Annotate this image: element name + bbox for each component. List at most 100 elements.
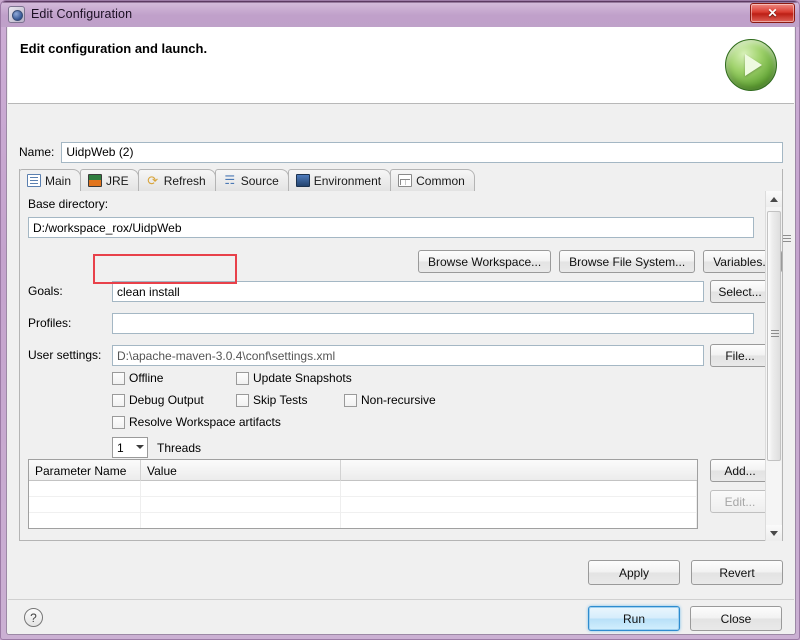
name-row: Name: UidpWeb (2) [19,141,783,163]
run-button[interactable]: Run [588,606,680,631]
name-input[interactable]: UidpWeb (2) [61,141,783,163]
non-recursive-checkbox-label: Non-recursive [361,393,436,407]
debug-output-checkbox[interactable]: Debug Output [112,393,222,407]
tab-environment[interactable]: Environment [287,169,392,191]
sash-grip-icon [783,235,791,244]
main-tab-icon [27,174,41,187]
vertical-scrollbar[interactable] [765,191,782,541]
non-recursive-checkbox[interactable]: Non-recursive [344,393,436,407]
threads-row: 1 Threads [112,437,201,458]
source-tab-icon: ☴ [224,173,236,187]
dialog-footer: ? Run Close [8,600,794,634]
tab-source[interactable]: ☴ Source [214,169,289,191]
common-tab-icon [398,174,413,187]
dialog-header: Edit configuration and launch. [8,27,794,104]
update-snapshots-checkbox-label: Update Snapshots [253,371,352,385]
goals-label-row: Goals: [28,284,63,298]
close-button[interactable]: Close [690,606,782,631]
table-cell [29,497,141,513]
tab-common[interactable]: Common [390,169,475,191]
tab-jre-label: JRE [106,173,129,188]
table-cell [341,513,697,528]
scrollbar-grip-icon [771,330,779,337]
scroll-down-icon[interactable] [766,525,782,541]
tab-strip: Main JRE ⟳ Refresh ☴ Source Environment [19,169,783,191]
tab-refresh-label: Refresh [163,173,206,188]
profiles-label-row: Profiles: [28,316,71,330]
parameter-table[interactable]: Parameter Name Value [28,459,698,529]
footer-buttons: Run Close [588,606,782,631]
goals-select-button[interactable]: Select... [710,280,770,303]
name-label: Name: [19,145,55,159]
base-directory-label: Base directory: [28,197,109,211]
checkbox-box [236,393,249,407]
dialog-content: Name: UidpWeb (2) Main JRE ⟳ Refresh ☴ S… [8,105,794,555]
table-row[interactable] [29,481,697,497]
checkbox-box [236,371,249,385]
tab-common-label: Common [416,173,465,188]
profiles-input[interactable] [112,313,754,334]
table-cell [29,513,141,528]
browse-buttons-row: Browse Workspace... Browse File System..… [418,250,782,273]
apply-revert-row: Apply Revert [588,560,783,585]
table-cell [141,513,341,528]
tab-main-label: Main [45,173,72,188]
tab-jre[interactable]: JRE [80,169,139,191]
window-titlebar: Edit Configuration ✕ [1,1,799,27]
table-cell [141,497,341,513]
skip-tests-checkbox-label: Skip Tests [253,393,308,407]
apply-button[interactable]: Apply [588,560,680,585]
goals-input[interactable]: clean install [112,281,704,302]
threads-label: Threads [157,440,202,455]
debug-output-checkbox-label: Debug Output [129,393,204,407]
edit-configuration-window: Edit Configuration ✕ Edit configuration … [0,0,800,640]
table-row[interactable] [29,497,697,513]
add-parameter-button[interactable]: Add... [710,459,770,482]
jre-tab-icon [88,174,103,187]
base-directory-input[interactable]: D:/workspace_rox/UidpWeb [28,217,754,238]
chevron-down-icon [136,445,144,449]
scroll-up-icon[interactable] [766,191,782,207]
help-icon[interactable]: ? [24,608,43,627]
goals-label: Goals: [28,284,63,298]
offline-checkbox[interactable]: Offline [112,371,222,385]
tab-refresh[interactable]: ⟳ Refresh [137,169,216,191]
user-settings-file-button[interactable]: File... [710,344,770,367]
checkbox-box [112,415,125,429]
table-cell [341,481,697,497]
page-title: Edit configuration and launch. [20,41,208,56]
table-cell [141,481,341,497]
scrollbar-thumb[interactable] [767,211,781,461]
column-filler [341,460,697,481]
edit-parameter-button: Edit... [710,490,770,513]
column-parameter-name[interactable]: Parameter Name [29,460,141,481]
environment-tab-icon [295,174,310,187]
checkbox-row-2: Debug Output Skip Tests Non-recursive [112,393,450,407]
column-value[interactable]: Value [141,460,341,481]
revert-button[interactable]: Revert [691,560,783,585]
user-settings-label-row: User settings: [28,348,101,362]
resolve-workspace-artifacts-checkbox[interactable]: Resolve Workspace artifacts [112,415,281,429]
browse-workspace-button[interactable]: Browse Workspace... [418,250,552,273]
table-cell [341,497,697,513]
checkbox-box [112,393,125,407]
user-settings-input[interactable]: D:\apache-maven-3.0.4\conf\settings.xml [112,345,704,366]
tab-environment-label: Environment [313,173,382,188]
table-row[interactable] [29,513,697,528]
window-title: Edit Configuration [31,7,133,21]
checkbox-row-3: Resolve Workspace artifacts [112,415,295,429]
browse-file-system-button[interactable]: Browse File System... [559,250,696,273]
tab-main[interactable]: Main [19,169,82,191]
threads-dropdown[interactable]: 1 [112,437,148,458]
green-run-play-icon [725,39,777,91]
close-icon[interactable]: ✕ [750,3,795,23]
table-header: Parameter Name Value [29,460,697,481]
dialog-body: Edit configuration and launch. Name: Uid… [6,27,796,635]
skip-tests-checkbox[interactable]: Skip Tests [236,393,330,407]
tab-source-label: Source [240,173,279,188]
update-snapshots-checkbox[interactable]: Update Snapshots [236,371,352,385]
edit-configuration-icon [8,5,25,23]
checkbox-box [344,393,357,407]
main-tab-page: Base directory: D:/workspace_rox/UidpWeb… [20,191,782,541]
resolve-workspace-artifacts-checkbox-label: Resolve Workspace artifacts [129,415,281,429]
